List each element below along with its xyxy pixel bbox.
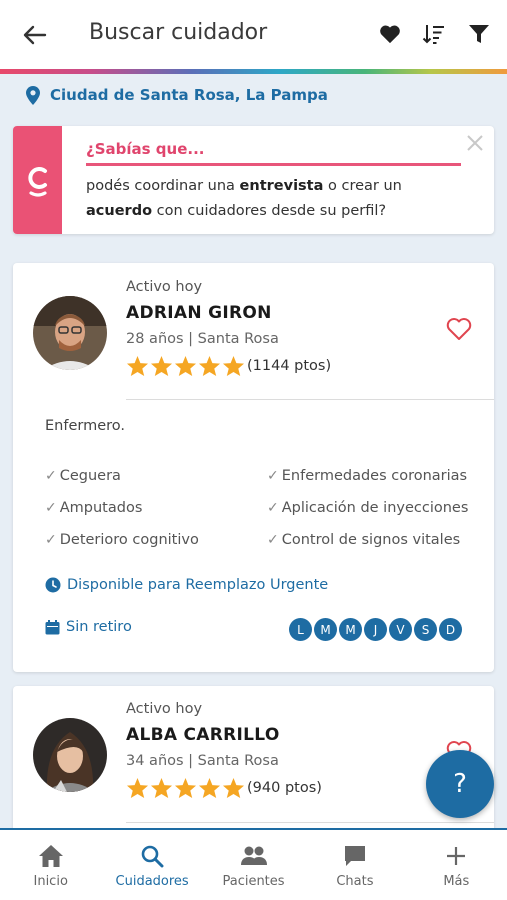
check-icon: ✓ bbox=[267, 468, 279, 484]
activity-status: Activo hoy bbox=[126, 701, 203, 717]
avatar bbox=[33, 718, 107, 792]
nav-item-mas[interactable]: Más bbox=[406, 830, 507, 900]
nav-item-cuidadores[interactable]: Cuidadores bbox=[101, 830, 202, 900]
activity-status: Activo hoy bbox=[126, 279, 203, 295]
help-button[interactable]: ? bbox=[426, 750, 494, 818]
day-badge: L bbox=[289, 618, 312, 641]
divider bbox=[126, 822, 494, 823]
rating: (1144 ptos) bbox=[126, 355, 331, 377]
day-badge: S bbox=[414, 618, 437, 641]
location-selector[interactable]: Ciudad de Santa Rosa, La Pampa bbox=[26, 84, 328, 106]
favorite-button[interactable] bbox=[446, 317, 474, 345]
close-icon bbox=[467, 135, 483, 151]
tip-text: podés coordinar una entrevista o crear u… bbox=[86, 178, 402, 219]
heart-icon bbox=[380, 25, 400, 44]
caregiver-name: ALBA CARRILLO bbox=[126, 725, 280, 745]
people-icon bbox=[240, 846, 267, 865]
star-icon bbox=[126, 355, 149, 377]
day-badge: J bbox=[364, 618, 387, 641]
sort-icon bbox=[422, 25, 444, 44]
star-icon bbox=[150, 777, 173, 799]
caregiver-card[interactable]: Activo hoy ADRIAN GIRON 28 años | Santa … bbox=[13, 263, 494, 672]
arrow-left-icon bbox=[23, 25, 47, 45]
check-icon: ✓ bbox=[267, 500, 279, 516]
caregiver-name: ADRIAN GIRON bbox=[126, 303, 272, 323]
bottom-navigation: Inicio Cuidadores Pacientes Chats Más bbox=[0, 828, 507, 900]
skill-item: ✓ Amputados bbox=[45, 500, 143, 516]
star-icon bbox=[222, 355, 245, 377]
star-icon bbox=[198, 355, 221, 377]
rating: (940 ptos) bbox=[126, 777, 322, 799]
tip-title: ¿Sabías que... bbox=[86, 140, 205, 158]
availability-days: L M M J V S D bbox=[289, 618, 462, 641]
nav-label: Inicio bbox=[33, 874, 68, 889]
nav-label: Pacientes bbox=[222, 874, 285, 889]
calendar-icon bbox=[45, 619, 60, 634]
help-label: ? bbox=[453, 769, 467, 799]
day-badge: V bbox=[389, 618, 412, 641]
home-icon bbox=[38, 845, 63, 867]
search-icon bbox=[141, 845, 164, 868]
skill-item: ✓ Control de signos vitales bbox=[267, 532, 461, 548]
points: (1144 ptos) bbox=[247, 358, 332, 374]
brand-gradient-bar bbox=[0, 69, 507, 74]
chat-icon bbox=[344, 846, 365, 866]
skill-item: ✓ Deterioro cognitivo bbox=[45, 532, 199, 548]
clock-icon bbox=[45, 577, 61, 593]
nav-item-inicio[interactable]: Inicio bbox=[0, 830, 101, 900]
map-pin-icon bbox=[26, 85, 40, 105]
star-icon bbox=[150, 355, 173, 377]
nav-label: Más bbox=[443, 874, 470, 889]
caregiver-meta: 28 años | Santa Rosa bbox=[126, 331, 279, 347]
back-button[interactable] bbox=[18, 18, 52, 52]
retiro-info: Sin retiro bbox=[45, 619, 132, 635]
star-icon bbox=[174, 777, 197, 799]
sort-button[interactable] bbox=[420, 20, 448, 48]
star-icon bbox=[174, 355, 197, 377]
nav-label: Chats bbox=[336, 874, 374, 889]
filter-button[interactable] bbox=[465, 20, 493, 48]
nav-item-chats[interactable]: Chats bbox=[304, 830, 405, 900]
profession: Enfermero. bbox=[45, 418, 125, 434]
heart-outline-icon bbox=[446, 318, 472, 340]
star-rating bbox=[126, 355, 245, 377]
brand-c-icon bbox=[27, 167, 47, 197]
check-icon: ✓ bbox=[45, 468, 57, 484]
caregiver-meta: 34 años | Santa Rosa bbox=[126, 753, 279, 769]
check-icon: ✓ bbox=[45, 532, 57, 548]
tip-underline bbox=[86, 163, 461, 166]
day-badge: D bbox=[439, 618, 462, 641]
check-icon: ✓ bbox=[267, 532, 279, 548]
star-icon bbox=[126, 777, 149, 799]
tip-close-button[interactable] bbox=[464, 132, 486, 154]
brand-logo bbox=[13, 126, 62, 234]
nav-item-pacientes[interactable]: Pacientes bbox=[203, 830, 304, 900]
star-rating bbox=[126, 777, 245, 799]
star-icon bbox=[222, 777, 245, 799]
location-label: Ciudad de Santa Rosa, La Pampa bbox=[50, 86, 328, 104]
avatar bbox=[33, 296, 107, 370]
filter-icon bbox=[469, 25, 489, 43]
skill-item: ✓ Enfermedades coronarias bbox=[267, 468, 468, 484]
star-icon bbox=[198, 777, 221, 799]
tip-banner: ¿Sabías que... podés coordinar una entre… bbox=[13, 126, 494, 234]
points: (940 ptos) bbox=[247, 780, 322, 796]
caregiver-card[interactable]: Activo hoy ALBA CARRILLO 34 años | Santa… bbox=[13, 686, 494, 836]
check-icon: ✓ bbox=[45, 500, 57, 516]
nav-label: Cuidadores bbox=[115, 874, 189, 889]
divider bbox=[126, 399, 494, 400]
plus-icon bbox=[447, 847, 466, 865]
urgent-availability: Disponible para Reemplazo Urgente bbox=[45, 577, 328, 593]
day-badge: M bbox=[339, 618, 362, 641]
skill-item: ✓ Aplicación de inyecciones bbox=[267, 500, 469, 516]
skill-item: ✓ Ceguera bbox=[45, 468, 121, 484]
page-title: Buscar cuidador bbox=[89, 20, 268, 45]
top-app-bar: Buscar cuidador bbox=[0, 0, 507, 70]
day-badge: M bbox=[314, 618, 337, 641]
favorites-button[interactable] bbox=[376, 20, 404, 48]
